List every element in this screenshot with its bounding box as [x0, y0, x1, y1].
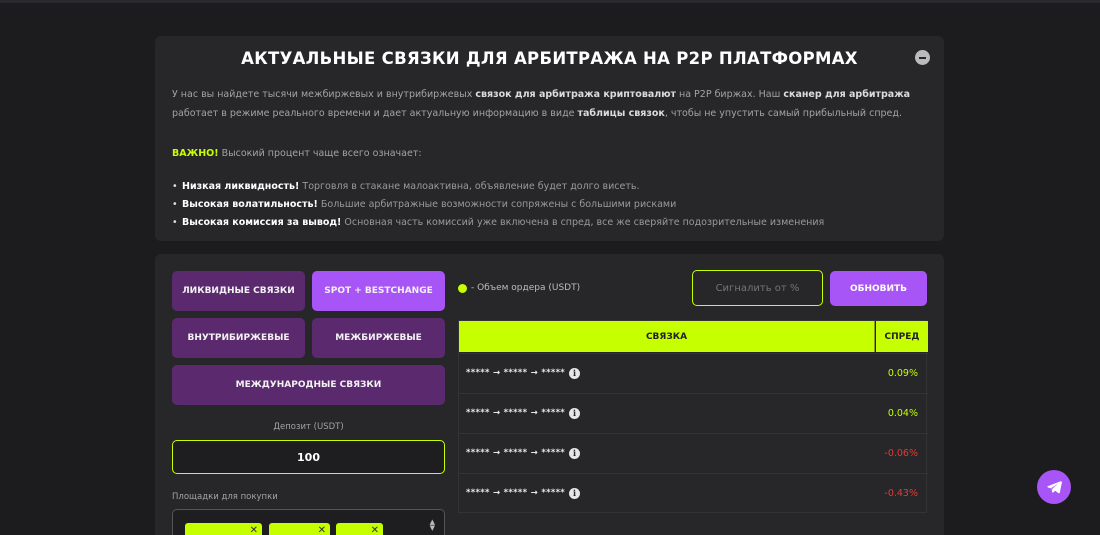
info-icon[interactable]: i [569, 488, 580, 499]
important-text: Высокий процент чаще всего означает: [218, 148, 422, 159]
collapse-icon[interactable] [915, 50, 930, 65]
table-row[interactable]: ***** → ***** → ***** i 0.04% [459, 393, 928, 433]
filter-inter-exchange-button[interactable]: МЕЖБИРЖЕВЫЕ [312, 318, 445, 358]
pair-chain: ***** → ***** → ***** [466, 368, 566, 378]
info-bold: таблицы связок [577, 108, 665, 119]
info-paragraph: У нас вы найдете тысячи межбиржевых и вн… [172, 85, 927, 123]
spread-value: -0.43% [884, 488, 918, 499]
deposit-input[interactable]: 100 [172, 440, 445, 474]
important-label: ВАЖНО! [172, 148, 219, 159]
remove-chip-icon[interactable]: ✕ [371, 525, 379, 535]
warning-text: Большие арбитражные возможности сопряжен… [317, 199, 677, 210]
important-note: ВАЖНО! Высокий процент чаще всего означа… [172, 148, 422, 159]
filter-international-button[interactable]: МЕЖДУНАРОДНЫЕ СВЯЗКИ [172, 365, 445, 405]
refresh-button[interactable]: ОБНОВИТЬ [830, 271, 927, 306]
warning-title: Высокая комиссия за вывод! [182, 217, 342, 228]
info-bold: связок для арбитража криптовалют [475, 89, 676, 100]
table-row[interactable]: ***** → ***** → ***** i 0.09% [459, 353, 928, 393]
warning-item: Низкая ликвидность! Торговля в стакане м… [172, 178, 824, 196]
warning-title: Высокая волатильность! [182, 199, 318, 210]
deposit-label: Депозит (USDT) [273, 422, 344, 432]
signal-threshold-input[interactable] [692, 270, 823, 306]
remove-chip-icon[interactable]: ✕ [318, 525, 326, 535]
warning-text: Торговля в стакане малоактивна, объявлен… [299, 181, 640, 192]
info-text: на P2P биржах. Наш [675, 89, 784, 100]
platforms-label: Площадки для покупки [172, 492, 278, 502]
info-text: работает в режиме реального времени и да… [172, 108, 578, 119]
remove-chip-icon[interactable]: ✕ [250, 525, 258, 535]
warning-list: Низкая ликвидность! Торговля в стакане м… [172, 178, 824, 232]
warning-text: Основная часть комиссий уже включена в с… [341, 217, 825, 228]
legend-text: - Объем ордера (USDT) [471, 283, 581, 293]
platforms-select[interactable]: ✕ ✕ ✕ ▲ ▼ [172, 509, 445, 535]
platform-chip[interactable]: ✕ [185, 523, 262, 535]
warning-item: Высокая волатильность! Большие арбитражн… [172, 196, 824, 214]
info-bold: сканер для арбитража [783, 89, 911, 100]
telegram-icon [1047, 481, 1062, 494]
info-icon[interactable]: i [569, 448, 580, 459]
telegram-button[interactable] [1037, 470, 1071, 504]
info-icon[interactable]: i [569, 408, 580, 419]
spread-value: -0.06% [884, 448, 918, 459]
info-icon[interactable]: i [569, 368, 580, 379]
info-text: , чтобы не упустить самый прибыльный спр… [664, 108, 902, 119]
spread-value: 0.09% [887, 368, 918, 379]
filter-spot-bestchange-button[interactable]: SPOT + BESTCHANGE [312, 271, 445, 311]
platform-chip[interactable]: ✕ [336, 523, 383, 535]
table-row[interactable]: ***** → ***** → ***** i -0.06% [459, 433, 928, 473]
info-text: У нас вы найдете тысячи межбиржевых и вн… [172, 89, 476, 100]
column-header-spread[interactable]: СПРЕД [876, 321, 928, 352]
legend-dot-icon [458, 283, 467, 293]
top-bar [0, 0, 1100, 3]
warning-item: Высокая комиссия за вывод! Основная част… [172, 214, 824, 232]
platform-chip[interactable]: ✕ [269, 523, 330, 535]
spread-value: 0.04% [887, 408, 918, 419]
pair-chain: ***** → ***** → ***** [466, 448, 566, 458]
pair-chain: ***** → ***** → ***** [466, 488, 566, 498]
filter-intra-exchange-button[interactable]: ВНУТРИБИРЖЕВЫЕ [172, 318, 305, 358]
order-volume-legend: - Объем ордера (USDT) [458, 283, 580, 293]
pair-chain: ***** → ***** → ***** [466, 408, 566, 418]
select-arrows-icon[interactable]: ▲ ▼ [430, 519, 435, 532]
pairs-table: СВЯЗКА СПРЕД ***** → ***** → ***** i 0.0… [458, 320, 928, 513]
warning-title: Низкая ликвидность! [182, 181, 300, 192]
filter-liquid-button[interactable]: ЛИКВИДНЫЕ СВЯЗКИ [172, 271, 305, 311]
table-row[interactable]: ***** → ***** → ***** i -0.43% [459, 473, 928, 513]
scanner-card: ЛИКВИДНЫЕ СВЯЗКИ SPOT + BESTCHANGE ВНУТР… [155, 254, 944, 535]
page-title: АКТУАЛЬНЫЕ СВЯЗКИ ДЛЯ АРБИТРАЖА НА P2P П… [241, 49, 858, 68]
info-card: АКТУАЛЬНЫЕ СВЯЗКИ ДЛЯ АРБИТРАЖА НА P2P П… [155, 36, 944, 241]
column-header-pair[interactable]: СВЯЗКА [459, 321, 875, 352]
